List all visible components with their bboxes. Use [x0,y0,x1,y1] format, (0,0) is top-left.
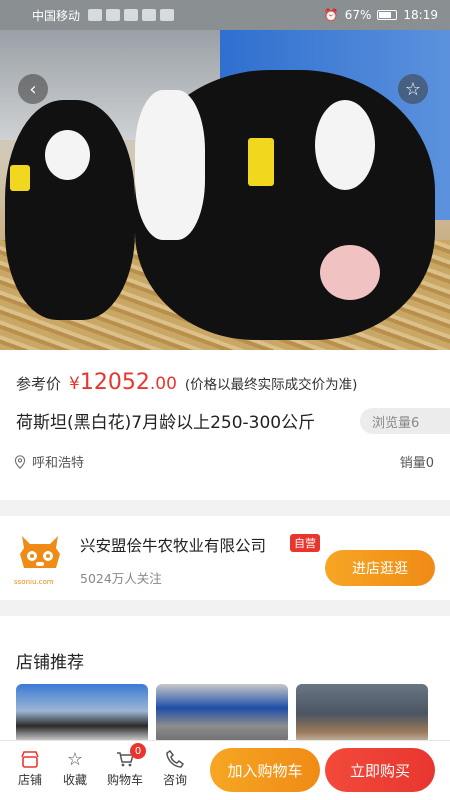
store-tab-label: 店铺 [17,773,42,787]
clock: 18:19 [403,8,438,22]
product-info: 参考价 ¥ 12052 .00 (价格以最终实际成交价为准) 荷斯坦(黑白花)7… [0,350,450,500]
chevron-left-icon: ‹ [29,78,37,100]
follower-count: 5024万人关注 [80,571,162,586]
cow-patch [315,100,375,190]
price-decimal: .00 [149,374,177,394]
battery-percent: 67% [344,8,372,22]
store-tab[interactable]: 店铺 [10,747,50,788]
buy-now-button[interactable]: 立即购买 [325,748,435,792]
cart-tab-label: 购物车 [106,773,143,787]
app-notification-icon [124,9,139,21]
sales-count: 销量0 [399,456,434,471]
star-icon: ☆ [66,748,84,770]
price-label: 参考价 [16,375,62,393]
app-notification-icon [142,9,157,21]
consult-tab-label: 咨询 [162,773,187,787]
cow-patch [45,130,90,180]
price-row: 参考价 ¥ 12052 .00 (价格以最终实际成交价为准) [16,370,357,395]
favorite-tab[interactable]: ☆ 收藏 [55,747,95,788]
location-text: 呼和浩特 [32,456,85,471]
location: 呼和浩特 [14,452,84,471]
carrier-name: 中国移动 [32,8,81,23]
phone-icon [165,747,185,771]
alarm-icon: ⏰ [323,8,339,22]
signal-icon [88,9,103,21]
recommended-product-thumbnail[interactable] [156,684,288,744]
recommended-product-thumbnail[interactable] [16,684,148,744]
battery-icon [377,10,398,20]
view-count-badge: 浏览量6 [360,408,450,434]
cart-tab[interactable]: 0 购物车 [102,743,148,788]
star-icon: ☆ [404,78,422,100]
app-notification-icon [160,9,175,21]
cart-count-badge: 0 [130,743,146,759]
store-card[interactable]: ssoniu.com 兴安盟侩牛农牧业有限公司 自营 5024万人关注 进店逛逛 [0,516,450,600]
price-integer: 12052 [79,370,150,395]
visit-store-button[interactable]: 进店逛逛 [325,550,435,586]
price-note: (价格以最终实际成交价为准) [184,377,358,393]
cow-patch [135,90,205,240]
ear-tag [10,165,30,191]
status-icons [88,9,175,21]
store-name[interactable]: 兴安盟侩牛农牧业有限公司 [80,534,266,556]
location-pin-icon [14,454,26,469]
product-title: 荷斯坦(黑白花)7月龄以上250-300公斤 [16,413,316,433]
self-operated-badge: 自营 [290,534,320,552]
back-button[interactable]: ‹ [18,74,48,104]
store-logo-text: ssoniu.com [14,578,54,586]
section-title: 店铺推荐 [16,653,84,673]
product-photo[interactable]: ‹ ☆ [0,30,450,350]
favorite-tab-label: 收藏 [62,773,87,787]
status-bar: 中国移动 ⏰ 67% 18:19 [0,0,450,30]
bottom-action-bar: 店铺 ☆ 收藏 0 购物车 咨询 加入购物车 立即购买 [0,740,450,800]
wifi-icon [106,9,121,21]
cow-patch [320,245,380,300]
price-currency: ¥ [69,374,80,394]
recommended-product-thumbnail[interactable] [296,684,428,744]
add-to-cart-button[interactable]: 加入购物车 [210,748,320,792]
favorite-button[interactable]: ☆ [398,74,428,104]
ear-tag [248,138,274,186]
consult-tab[interactable]: 咨询 [155,747,195,788]
shop-icon [20,747,40,771]
